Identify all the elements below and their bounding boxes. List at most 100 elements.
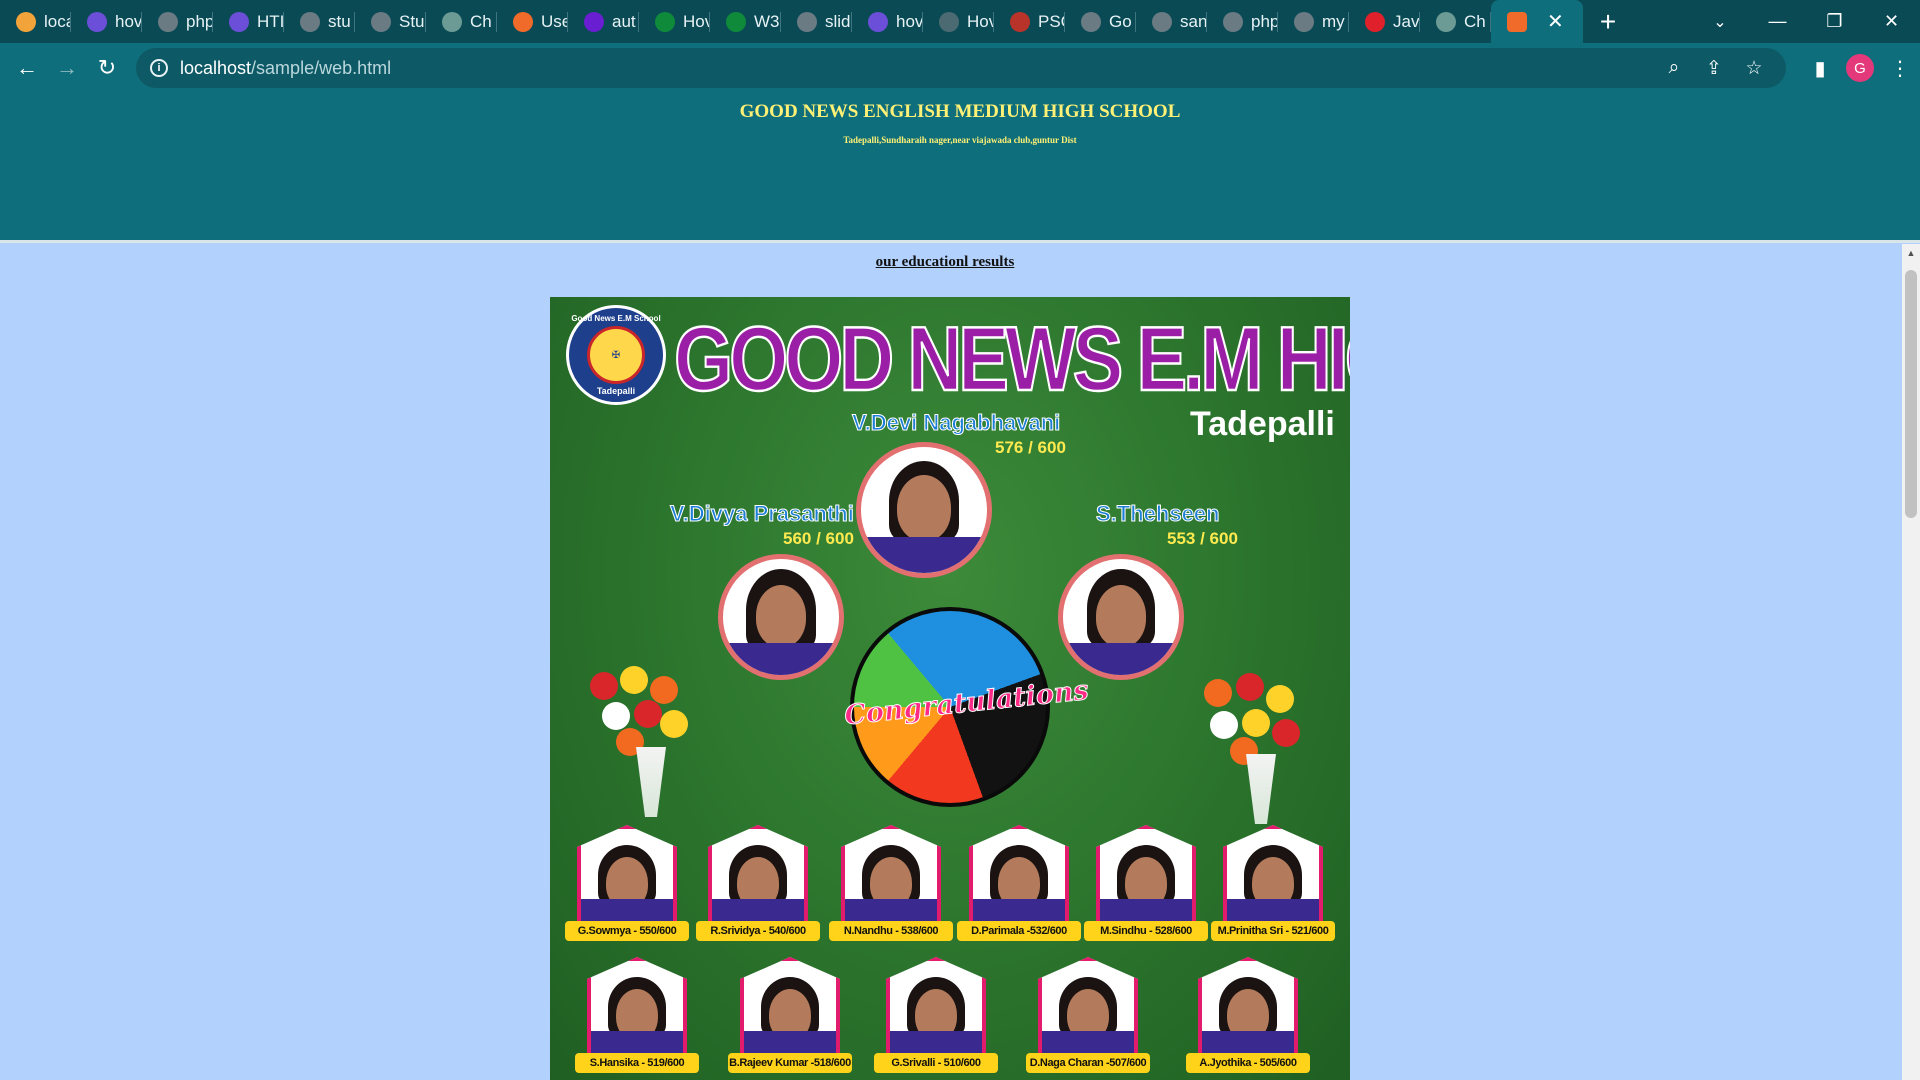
tab-label: Go (1109, 11, 1132, 31)
student-card: M.Sindhu - 528/600 (1084, 825, 1208, 941)
tab-favicon (1081, 11, 1101, 32)
student-label: G.Srivalli - 510/600 (874, 1053, 998, 1073)
browser-tab[interactable]: aut (568, 0, 639, 43)
tab-label: Hov (967, 11, 994, 31)
student-label: R.Srividya - 540/600 (696, 921, 820, 941)
tab-favicon (513, 11, 533, 32)
tab-favicon (442, 11, 462, 32)
scroll-up-icon[interactable]: ▲ (1902, 244, 1920, 262)
student-card: D.Parimala -532/600 (957, 825, 1081, 941)
browser-tab[interactable]: Ch (426, 0, 497, 43)
tab-label: hov (896, 11, 923, 31)
forward-arrow-icon[interactable]: → (47, 48, 87, 88)
globe-icon (300, 11, 320, 32)
address-bar[interactable]: i localhost/sample/web.html ⌕ ⇪ ☆ (136, 48, 1786, 88)
browser-tab[interactable]: hov (71, 0, 142, 43)
browser-tab[interactable]: slid (781, 0, 852, 43)
close-window-icon[interactable]: ✕ (1863, 0, 1920, 43)
bookmark-star-icon[interactable]: ☆ (1734, 57, 1774, 80)
tab-strip: loca hov php HTI stu Stu Ch Use aut Hov W3 slid hov H… (0, 0, 1920, 43)
student-photo (587, 957, 687, 1057)
student-label: S.Hansika - 519/600 (575, 1053, 699, 1073)
zoom-icon[interactable]: ⌕ (1654, 57, 1694, 79)
school-logo: Good News E.M School ✠ Tadepalli (566, 305, 666, 405)
profile-avatar[interactable]: G (1846, 54, 1874, 82)
student-label: A.Jyothika - 505/600 (1186, 1053, 1310, 1073)
browser-tab[interactable]: HTI (213, 0, 284, 43)
browser-tab[interactable]: hov (852, 0, 923, 43)
browser-tab[interactable]: Use (497, 0, 568, 43)
tab-favicon (1436, 11, 1456, 32)
tab-search-chevron-icon[interactable]: ⌄ (1700, 0, 1740, 43)
xampp-icon (1507, 11, 1527, 32)
browser-tab[interactable]: php (1207, 0, 1278, 43)
tab-label: san (1180, 11, 1207, 31)
browser-tab[interactable]: Ch (1420, 0, 1491, 43)
browser-tab[interactable]: W3 (710, 0, 781, 43)
student-label: M.Sindhu - 528/600 (1084, 921, 1208, 941)
browser-tab[interactable]: php (142, 0, 213, 43)
tab-label: Hov (683, 11, 710, 31)
side-panel-icon[interactable]: ▮ (1800, 48, 1840, 88)
browser-tab[interactable]: my (1278, 0, 1349, 43)
browser-tab[interactable]: stu (284, 0, 355, 43)
browser-tab[interactable]: san (1136, 0, 1207, 43)
globe-icon (797, 11, 817, 32)
browser-tab[interactable]: Go (1065, 0, 1136, 43)
new-tab-plus-icon[interactable]: + (1583, 0, 1633, 43)
tab-favicon (726, 11, 746, 32)
share-icon[interactable]: ⇪ (1694, 57, 1734, 80)
tab-favicon (1294, 11, 1314, 32)
logo-text-top: Good News E.M School (571, 314, 661, 323)
browser-tab-active[interactable]: ✕ (1491, 0, 1583, 43)
tab-favicon (868, 11, 888, 32)
tab-label: Use (541, 11, 568, 31)
menu-kebab-icon[interactable]: ⋮ (1880, 48, 1920, 88)
tab-label: W3 (754, 11, 780, 31)
close-tab-icon[interactable]: ✕ (1547, 9, 1564, 34)
reload-icon[interactable]: ↻ (87, 48, 127, 88)
browser-tab[interactable]: Jav (1349, 0, 1420, 43)
student-photo (1038, 957, 1138, 1057)
tab-label: hov (115, 11, 142, 31)
topper-3-score: 553 / 600 (1167, 529, 1238, 548)
poster-title: GOOD NEWS E.M HIGH SCHOOL (673, 307, 1350, 411)
student-photo (577, 825, 677, 925)
restore-icon[interactable]: ❐ (1806, 0, 1863, 43)
browser-tab[interactable]: Stu (355, 0, 426, 43)
tab-label: Jav (1393, 11, 1420, 31)
scrollbar-thumb[interactable] (1905, 270, 1917, 518)
browser-tab[interactable]: Hov (639, 0, 710, 43)
page-viewport: GOOD NEWS ENGLISH MEDIUM HIGH SCHOOL Tad… (0, 93, 1920, 1080)
topper-2-photo (718, 554, 844, 680)
topper-1-name: V.Devi Nagabhavani (851, 410, 1061, 436)
bouquet-right-icon (1190, 669, 1310, 824)
url-path: /sample/web.html (251, 57, 392, 78)
tab-favicon (1365, 11, 1385, 32)
browser-tab[interactable]: loca (0, 0, 71, 43)
tab-label: Ch (1464, 11, 1486, 31)
tab-label: Ch (470, 11, 492, 31)
student-card: B.Rajeev Kumar -518/600 (728, 957, 852, 1073)
tab-favicon (16, 11, 36, 32)
student-card: G.Sowmya - 550/600 (565, 825, 689, 941)
site-info-icon[interactable]: i (150, 59, 168, 77)
student-card: G.Srivalli - 510/600 (874, 957, 998, 1073)
window-controls: — ❐ ✕ (1749, 0, 1920, 43)
tab-label: PSC (1038, 11, 1065, 31)
tab-favicon (158, 11, 178, 32)
back-arrow-icon[interactable]: ← (7, 48, 47, 88)
browser-tab[interactable]: Hov (923, 0, 994, 43)
page-scrollbar[interactable]: ▲ (1902, 244, 1920, 1080)
topper-2-name: V.Divya Prasanthi (670, 501, 855, 527)
student-photo (708, 825, 808, 925)
tab-label: php (1251, 11, 1278, 31)
tab-favicon (1223, 11, 1243, 32)
topper-3-name: S.Thehseen (1095, 501, 1220, 527)
minimize-icon[interactable]: — (1749, 0, 1806, 43)
results-link[interactable]: our educationl results (0, 254, 1920, 271)
browser-tab[interactable]: PSC (994, 0, 1065, 43)
logo-text-bottom: Tadepalli (596, 386, 636, 396)
tab-favicon (584, 11, 604, 32)
globe-icon (371, 11, 391, 32)
